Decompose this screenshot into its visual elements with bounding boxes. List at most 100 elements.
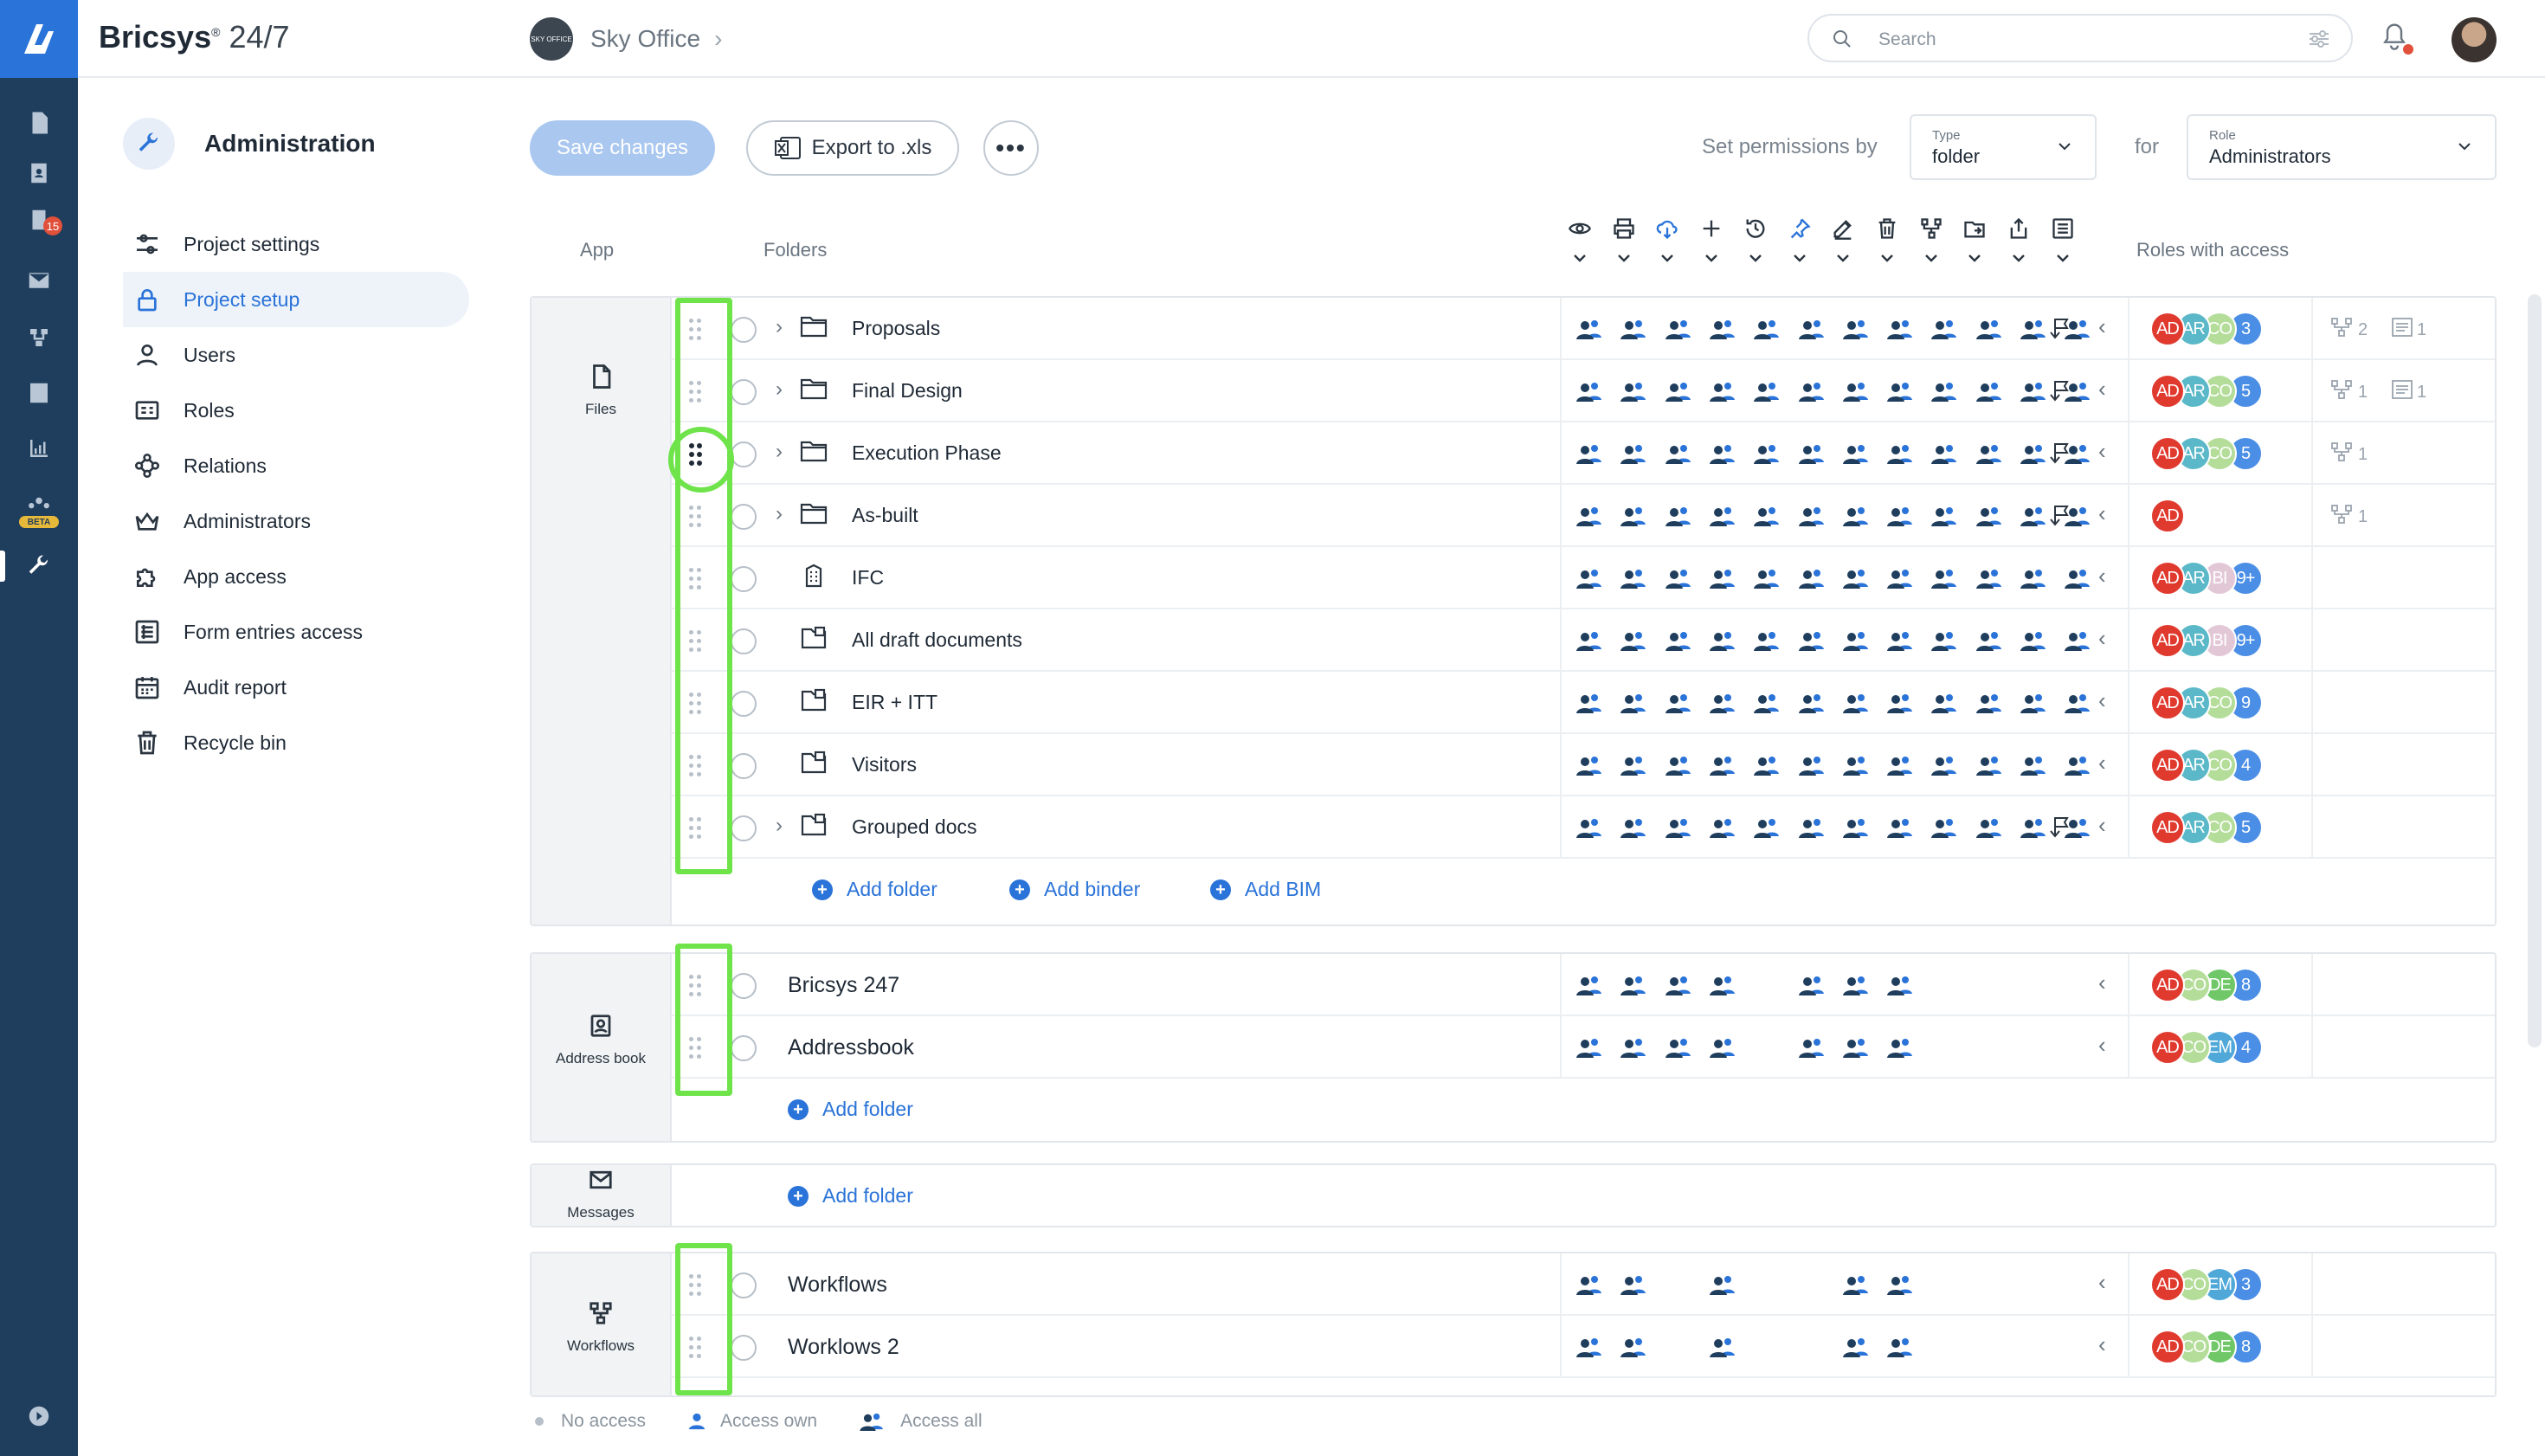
access-all-icon[interactable]: [1575, 1272, 1605, 1297]
access-all-icon[interactable]: [1842, 1035, 1872, 1060]
access-all-icon[interactable]: [1975, 504, 2005, 528]
collapse-chevron-icon[interactable]: ‹: [2098, 1269, 2106, 1296]
access-all-icon[interactable]: [1886, 815, 1916, 840]
access-all-icon[interactable]: [2064, 441, 2093, 466]
row-select-radio[interactable]: [731, 691, 757, 717]
permission-column-edit[interactable]: [1821, 213, 1865, 277]
access-all-icon[interactable]: [2064, 379, 2093, 403]
access-all-icon[interactable]: [1975, 566, 2005, 590]
access-all-icon[interactable]: [1842, 441, 1872, 466]
permission-column-download[interactable]: [1646, 213, 1689, 277]
access-all-icon[interactable]: [1753, 691, 1782, 715]
access-all-icon[interactable]: [1886, 691, 1916, 715]
collapse-chevron-icon[interactable]: ‹: [2098, 970, 2106, 996]
access-all-icon[interactable]: [1975, 628, 2005, 653]
access-all-icon[interactable]: [1620, 566, 1649, 590]
row-select-radio[interactable]: [731, 504, 757, 530]
row-select-radio[interactable]: [731, 379, 757, 405]
rail-documents-icon[interactable]: [0, 97, 78, 149]
access-all-icon[interactable]: [1886, 317, 1916, 341]
access-all-icon[interactable]: [1753, 566, 1782, 590]
collapse-chevron-icon[interactable]: ‹: [2098, 563, 2106, 589]
folder-row[interactable]: All draft documents ‹ AD AR BI 9+: [672, 609, 2495, 672]
access-all-icon[interactable]: [1886, 504, 1916, 528]
folder-row[interactable]: › Execution Phase ‹ AD AR CO 5 1: [672, 422, 2495, 485]
access-all-icon[interactable]: [1665, 628, 1694, 653]
access-all-icon[interactable]: [1842, 753, 1872, 777]
access-all-icon[interactable]: [1709, 1335, 1738, 1359]
access-all-icon[interactable]: [1665, 566, 1694, 590]
access-all-icon[interactable]: [1620, 317, 1649, 341]
permission-column-print[interactable]: [1602, 213, 1646, 277]
folder-row[interactable]: Addressbook ‹ AD CO EM 4: [672, 1016, 2495, 1079]
folder-row[interactable]: › Final Design ‹ AD AR CO 5 1 1: [672, 360, 2495, 422]
access-all-icon[interactable]: [1665, 815, 1694, 840]
access-all-icon[interactable]: [1620, 628, 1649, 653]
add-bim-link[interactable]: + Add BIM: [1210, 878, 1321, 901]
access-all-icon[interactable]: [1798, 317, 1827, 341]
access-all-icon[interactable]: [1798, 628, 1827, 653]
collapse-chevron-icon[interactable]: ‹: [2098, 1032, 2106, 1059]
access-all-icon[interactable]: [1753, 628, 1782, 653]
access-all-icon[interactable]: [1842, 1272, 1872, 1297]
access-all-icon[interactable]: [1575, 628, 1605, 653]
access-all-icon[interactable]: [1620, 379, 1649, 403]
access-all-icon[interactable]: [1620, 441, 1649, 466]
rail-workflows-icon[interactable]: [0, 312, 78, 364]
access-all-icon[interactable]: [1975, 691, 2005, 715]
access-all-icon[interactable]: [1975, 815, 2005, 840]
access-all-icon[interactable]: [1842, 973, 1872, 997]
search-input[interactable]: Search: [1807, 14, 2353, 62]
access-all-icon[interactable]: [1575, 815, 1605, 840]
collapse-chevron-icon[interactable]: ‹: [2098, 376, 2106, 403]
notifications-bell-icon[interactable]: [2381, 21, 2413, 56]
access-all-icon[interactable]: [1842, 815, 1872, 840]
access-all-icon[interactable]: [1798, 566, 1827, 590]
expand-chevron-icon[interactable]: ›: [776, 315, 783, 339]
access-all-icon[interactable]: [2064, 691, 2093, 715]
access-all-icon[interactable]: [1709, 691, 1738, 715]
collapse-chevron-icon[interactable]: ‹: [2098, 750, 2106, 776]
access-all-icon[interactable]: [1665, 1035, 1694, 1060]
access-all-icon[interactable]: [1975, 441, 2005, 466]
access-all-icon[interactable]: [2020, 504, 2049, 528]
permission-column-delete[interactable]: [1865, 213, 1909, 277]
access-all-icon[interactable]: [1886, 1035, 1916, 1060]
access-all-icon[interactable]: [1575, 379, 1605, 403]
add-folder-link[interactable]: + Add folder: [788, 1184, 913, 1208]
access-all-icon[interactable]: [1798, 691, 1827, 715]
row-select-radio[interactable]: [731, 1035, 757, 1061]
access-all-icon[interactable]: [1930, 628, 1960, 653]
permission-column-move[interactable]: [1953, 213, 1996, 277]
access-all-icon[interactable]: [1575, 317, 1605, 341]
access-all-icon[interactable]: [2020, 379, 2049, 403]
access-all-icon[interactable]: [1798, 973, 1827, 997]
access-all-icon[interactable]: [1575, 504, 1605, 528]
access-all-icon[interactable]: [1709, 628, 1738, 653]
access-all-icon[interactable]: [1575, 691, 1605, 715]
access-all-icon[interactable]: [2064, 504, 2093, 528]
access-all-icon[interactable]: [1886, 753, 1916, 777]
access-all-icon[interactable]: [2020, 317, 2049, 341]
row-select-radio[interactable]: [731, 441, 757, 467]
expand-chevron-icon[interactable]: ›: [776, 440, 783, 464]
access-all-icon[interactable]: [1930, 317, 1960, 341]
rail-admin-icon[interactable]: [0, 540, 78, 592]
access-all-icon[interactable]: [1575, 973, 1605, 997]
access-all-icon[interactable]: [1709, 1035, 1738, 1060]
nav-roles[interactable]: Roles: [123, 383, 469, 438]
collapse-chevron-icon[interactable]: ‹: [2098, 625, 2106, 652]
access-all-icon[interactable]: [1886, 379, 1916, 403]
rail-messages-icon[interactable]: [0, 254, 78, 306]
user-avatar[interactable]: [2452, 17, 2497, 62]
access-all-icon[interactable]: [1930, 504, 1960, 528]
bricsys-logo[interactable]: [0, 0, 78, 78]
rail-reports-icon[interactable]: [0, 422, 78, 474]
access-all-icon[interactable]: [1709, 815, 1738, 840]
expand-chevron-icon[interactable]: ›: [776, 502, 783, 526]
access-all-icon[interactable]: [1753, 815, 1782, 840]
access-all-icon[interactable]: [1886, 566, 1916, 590]
access-all-icon[interactable]: [1886, 441, 1916, 466]
access-all-icon[interactable]: [1709, 441, 1738, 466]
add-binder-link[interactable]: + Add binder: [1009, 878, 1140, 901]
